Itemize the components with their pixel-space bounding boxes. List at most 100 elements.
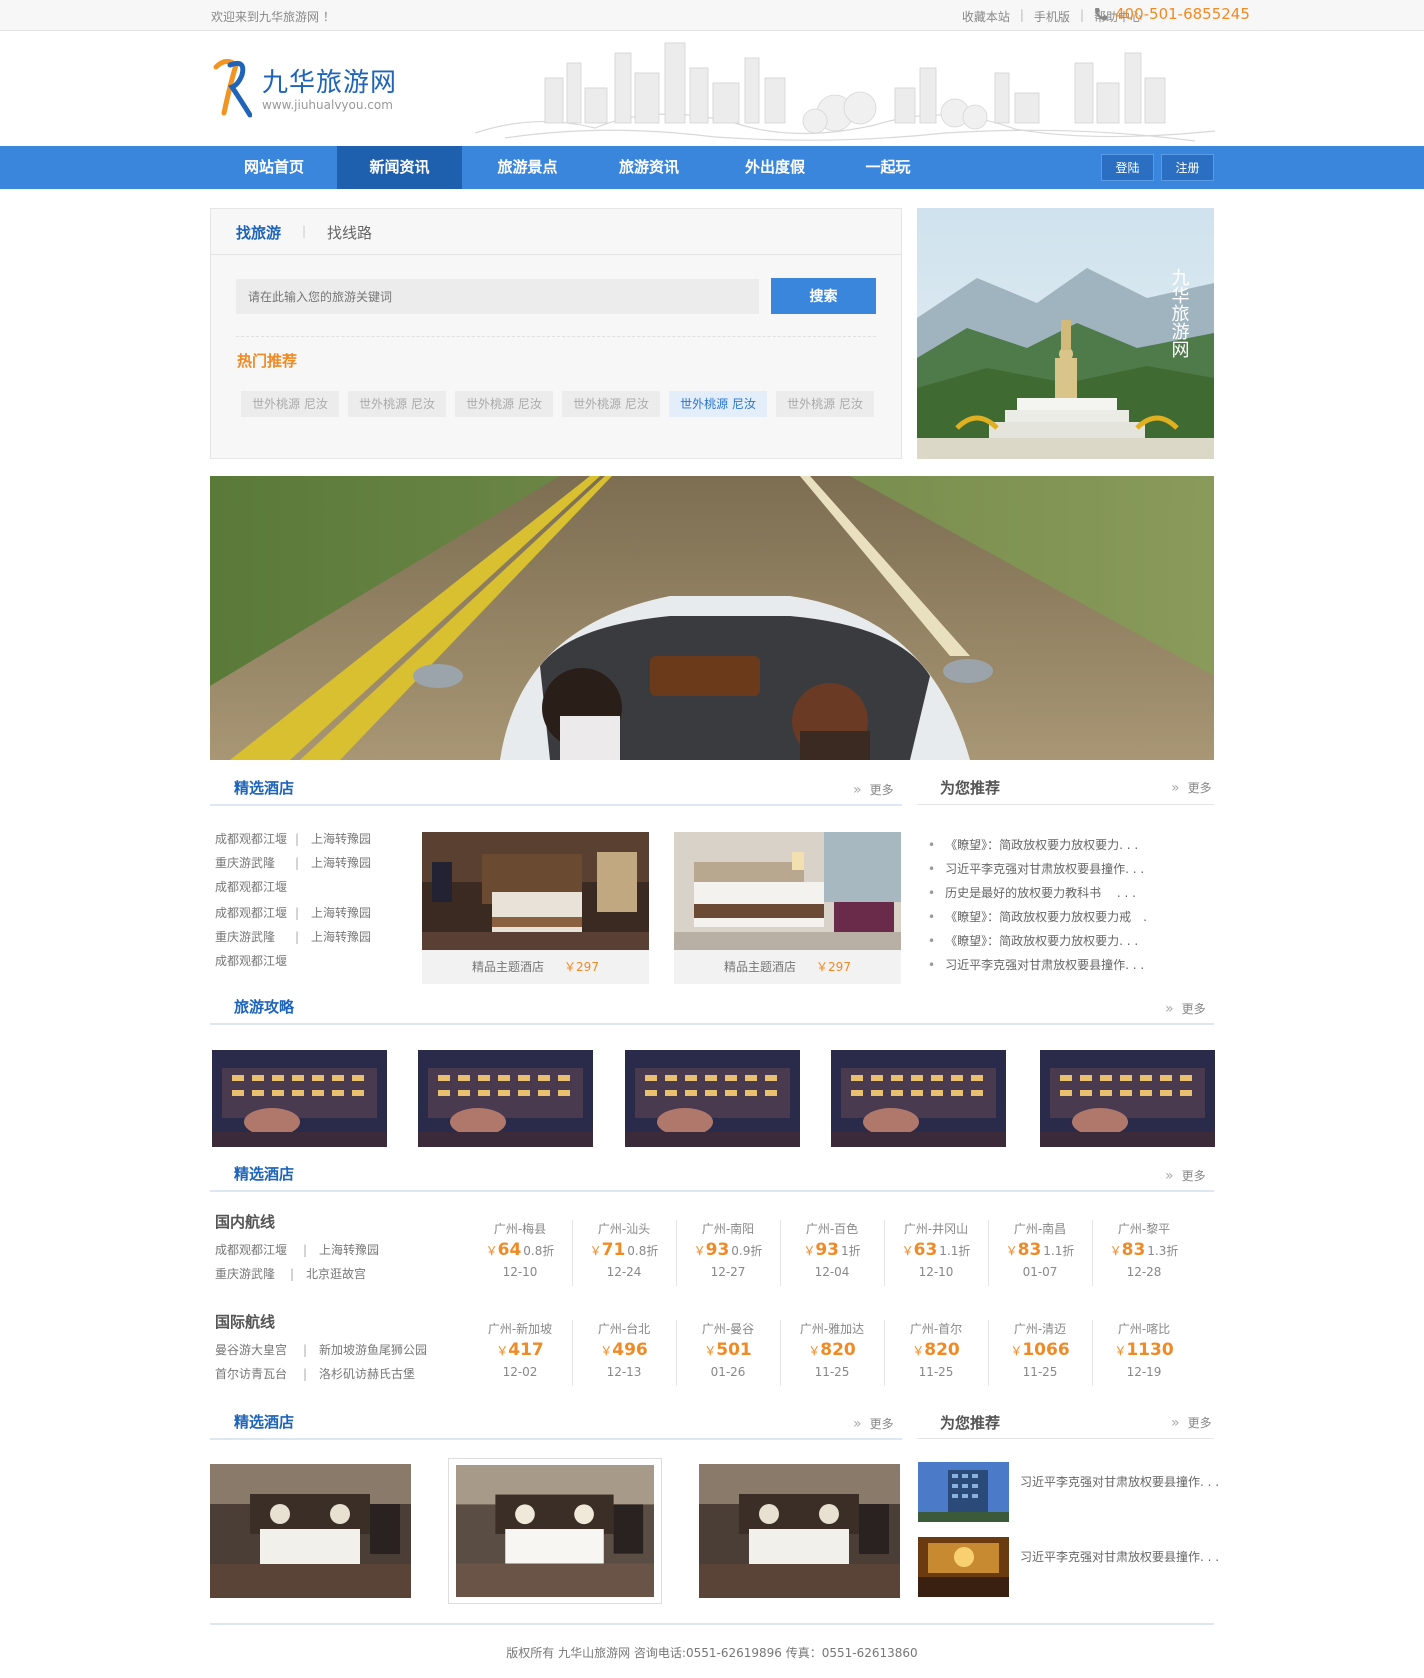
- hotel-suite-photo: [456, 1465, 654, 1597]
- recommend-item[interactable]: 习近平李克强对甘肃放权要县撞作. . .: [1020, 1548, 1219, 1565]
- welcome-text: 欢迎来到九华旅游网 ！: [211, 10, 335, 24]
- section-title-hotels: 精选酒店: [234, 779, 295, 797]
- list-item[interactable]: 重庆游武隆上海转豫园: [215, 854, 371, 871]
- domestic-routes-title: 国内航线: [215, 1213, 276, 1231]
- hot-tag-active[interactable]: 世外桃源 尼汝: [669, 391, 767, 417]
- hotel-room-photo: [422, 832, 649, 950]
- hotel-card[interactable]: 精品主题酒店 ￥297: [674, 832, 901, 984]
- recommend2-more-link[interactable]: » 更多: [1171, 1414, 1212, 1431]
- hot-tag[interactable]: 世外桃源 尼汝: [241, 391, 339, 417]
- recommend-item[interactable]: 习近平李克强对甘肃放权要县撞作. . .: [928, 860, 1144, 877]
- route-item[interactable]: 广州-首尔 ￥820 11-25: [884, 1320, 988, 1379]
- route-item[interactable]: 广州-汕头 ￥71 0.8折 12-24: [572, 1220, 676, 1279]
- recommend-more-link[interactable]: » 更多: [1171, 779, 1212, 796]
- search-input[interactable]: [236, 279, 759, 314]
- hotel-night-photo[interactable]: [212, 1050, 387, 1147]
- tab-find-route[interactable]: 找线路: [327, 222, 372, 243]
- list-item[interactable]: 重庆游武隆上海转豫园: [215, 928, 371, 945]
- route-item[interactable]: 广州-梅县 ￥64 0.8折 12-10: [468, 1220, 572, 1279]
- nav-item-scenic[interactable]: 旅游景点: [465, 146, 590, 189]
- hotel-suite-photo[interactable]: [210, 1464, 411, 1598]
- hotel-price: ￥297: [564, 960, 599, 974]
- tab-find-travel[interactable]: 找旅游: [236, 222, 281, 243]
- route-item[interactable]: 广州-清迈 ￥1066 11-25: [988, 1320, 1092, 1379]
- top-bar: 欢迎来到九华旅游网 ！ 收藏本站 | 手机版 | 帮助中心 400-501-6855…: [0, 0, 1424, 31]
- section-title-recommend-2: 为您推荐: [940, 1414, 1001, 1432]
- section-title-hotels-2: 精选酒店: [234, 1413, 295, 1431]
- hotel-name: 精品主题酒店: [724, 960, 797, 974]
- logo-icon[interactable]: [212, 55, 252, 121]
- strategy-more-link[interactable]: » 更多: [1165, 1000, 1206, 1017]
- list-item[interactable]: 成都观都江堰上海转豫园: [215, 830, 371, 847]
- phone-icon: [1095, 8, 1107, 21]
- route-item[interactable]: 广州-百色 ￥93 1折 12-04: [780, 1220, 884, 1279]
- route-item[interactable]: 广州-台北 ￥496 12-13: [572, 1320, 676, 1379]
- hotels-more-link[interactable]: » 更多: [853, 781, 894, 798]
- recommend-item[interactable]: 习近平李克强对甘肃放权要县撞作. . .: [1020, 1473, 1219, 1490]
- hotline: 400-501-6855245: [1094, 5, 1250, 23]
- list-item[interactable]: 曼谷游大皇宫新加坡游鱼尾狮公园: [215, 1341, 427, 1358]
- hotel-price: ￥297: [816, 960, 851, 974]
- routes-more-link[interactable]: » 更多: [1165, 1167, 1206, 1184]
- office-building-thumbnail[interactable]: [918, 1462, 1009, 1522]
- list-item[interactable]: 成都观都江堰上海转豫园: [215, 904, 371, 921]
- list-item[interactable]: 成都观都江堰: [215, 878, 287, 895]
- route-item[interactable]: 广州-南阳 ￥93 0.9折 12-27: [676, 1220, 780, 1279]
- main-nav: 网站首页 新闻资讯 旅游景点 旅游资讯 外出度假 一起玩 登陆 注册: [0, 146, 1424, 189]
- hotel-night-photo[interactable]: [418, 1050, 593, 1147]
- hot-tag[interactable]: 世外桃源 尼汝: [455, 391, 553, 417]
- recommend-item[interactable]: 历史是最好的放权要力教科书 . . .: [928, 884, 1136, 901]
- hotel-lobby-thumbnail[interactable]: [918, 1537, 1009, 1597]
- route-item[interactable]: 广州-南昌 ￥83 1.1折 01-07: [988, 1220, 1092, 1279]
- hot-tag[interactable]: 世外桃源 尼汝: [776, 391, 874, 417]
- route-item[interactable]: 广州-新加坡 ￥417 12-02: [468, 1320, 572, 1379]
- hotel-suite-photo[interactable]: [699, 1464, 900, 1598]
- section-title-routes: 精选酒店: [234, 1165, 295, 1183]
- hotel-night-photo[interactable]: [1040, 1050, 1215, 1147]
- hotel-card-highlighted[interactable]: [448, 1458, 662, 1604]
- double-chevron-icon: »: [853, 1415, 862, 1432]
- domestic-routes-row: 广州-梅县 ￥64 0.8折 12-10 广州-汕头 ￥71 0.8折 12-24 广州-南…: [468, 1220, 1198, 1290]
- bookmark-link[interactable]: 收藏本站: [962, 8, 1010, 25]
- road-trip-banner[interactable]: [210, 476, 1214, 760]
- recommend-item[interactable]: 《瞭望》：简政放权要力放权要力. . .: [928, 932, 1138, 949]
- nav-item-home[interactable]: 网站首页: [214, 146, 334, 189]
- mobile-link[interactable]: 手机版: [1034, 8, 1070, 25]
- hotel-name: 精品主题酒店: [472, 960, 545, 974]
- jiuhua-mountain-photo[interactable]: 九华旅游网: [917, 208, 1214, 459]
- search-panel: [210, 208, 902, 459]
- international-routes-title: 国际航线: [215, 1313, 276, 1331]
- list-item[interactable]: 首尔访青瓦台洛杉矶访赫氏古堡: [215, 1365, 415, 1382]
- hotel-card[interactable]: 精品主题酒店 ￥297: [422, 832, 649, 984]
- list-item[interactable]: 重庆游武隆北京逛故宫: [215, 1265, 366, 1282]
- recommend-item[interactable]: 《瞭望》：简政放权要力放权要力戒 .: [928, 908, 1147, 925]
- hotels2-more-link[interactable]: » 更多: [853, 1415, 894, 1432]
- hotel-night-photo[interactable]: [831, 1050, 1006, 1147]
- hot-tag[interactable]: 世外桃源 尼汝: [562, 391, 660, 417]
- recommend-item[interactable]: 习近平李克强对甘肃放权要县撞作. . .: [928, 956, 1144, 973]
- list-item[interactable]: 成都观都江堰上海转豫园: [215, 1241, 379, 1258]
- route-item[interactable]: 广州-喀比 ￥1130 12-19: [1092, 1320, 1196, 1379]
- recommend-item[interactable]: 《瞭望》：简政放权要力放权要力. . .: [928, 836, 1138, 853]
- nav-item-travel-info[interactable]: 旅游资讯: [590, 146, 708, 189]
- nav-item-news[interactable]: 新闻资讯: [337, 146, 462, 189]
- hot-recommend-title: 热门推荐: [237, 352, 298, 370]
- nav-item-play-together[interactable]: 一起玩: [838, 146, 938, 189]
- search-button[interactable]: 搜索: [771, 278, 876, 314]
- hot-tag[interactable]: 世外桃源 尼汝: [348, 391, 446, 417]
- phone-number: 400-501-6855245: [1115, 5, 1250, 23]
- list-item[interactable]: 成都观都江堰: [215, 952, 287, 969]
- logo-title[interactable]: 九华旅游网: [262, 62, 397, 99]
- double-chevron-icon: »: [1165, 1167, 1174, 1184]
- footer-copyright: 版权所有 九华山旅游网 咨询电话:0551-62619896 传真：0551-6…: [506, 1646, 918, 1660]
- register-button[interactable]: 注册: [1161, 154, 1214, 181]
- city-skyline-illustration: [475, 42, 1215, 142]
- route-item[interactable]: 广州-黎平 ￥83 1.3折 12-28: [1092, 1220, 1196, 1279]
- nav-item-vacation[interactable]: 外出度假: [715, 146, 835, 189]
- route-item[interactable]: 广州-井冈山 ￥63 1.1折 12-10: [884, 1220, 988, 1279]
- login-button[interactable]: 登陆: [1101, 154, 1154, 181]
- route-item[interactable]: 广州-曼谷 ￥501 01-26: [676, 1320, 780, 1379]
- hotel-night-photo[interactable]: [625, 1050, 800, 1147]
- route-item[interactable]: 广州-雅加达 ￥820 11-25: [780, 1320, 884, 1379]
- section-title-recommend: 为您推荐: [940, 779, 1001, 797]
